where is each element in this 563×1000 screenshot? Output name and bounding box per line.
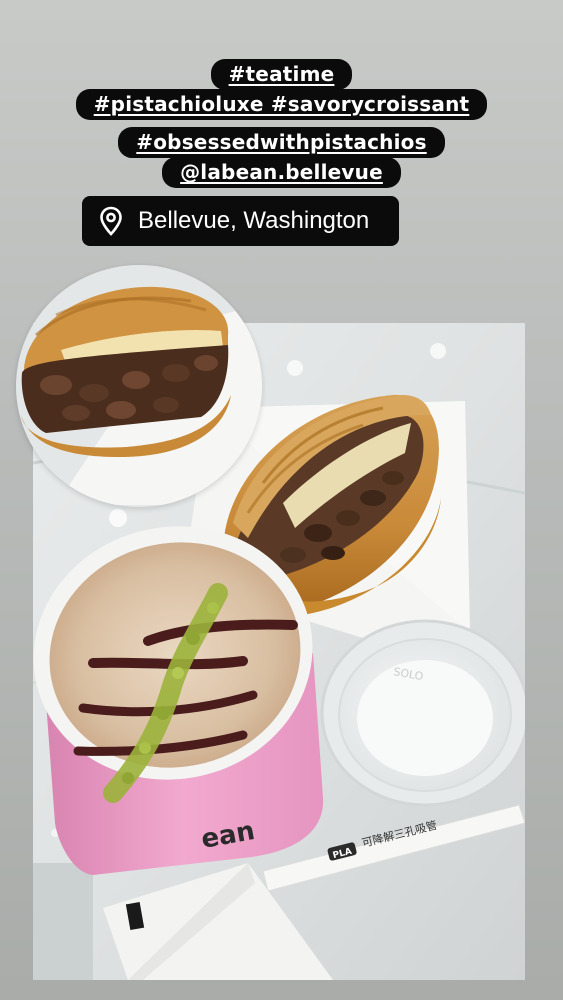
hashtag-line: @labean.bellevue	[0, 157, 563, 188]
location-pin-icon	[94, 204, 128, 238]
location-label: Bellevue, Washington	[138, 207, 370, 234]
plastic-lid-photo: SOLO	[320, 619, 525, 807]
story-canvas: #teatime #pistachioluxe #savorycroissant…	[0, 0, 563, 1000]
location-sticker[interactable]: Bellevue, Washington	[82, 196, 399, 246]
mention-labean[interactable]: @labean.bellevue	[162, 157, 401, 188]
hashtag-obsessedwithpistachios[interactable]: #obsessedwithpistachios	[118, 127, 445, 158]
hashtag-line: #obsessedwithpistachios	[0, 127, 563, 158]
hashtag-line: #teatime	[0, 59, 563, 90]
hashtag-line: #pistachioluxe #savorycroissant	[0, 89, 563, 120]
croissant-inset-photo	[16, 265, 262, 507]
hashtag-pistachioluxe-savorycroissant[interactable]: #pistachioluxe #savorycroissant	[75, 89, 488, 120]
hashtag-teatime[interactable]: #teatime	[210, 59, 353, 90]
